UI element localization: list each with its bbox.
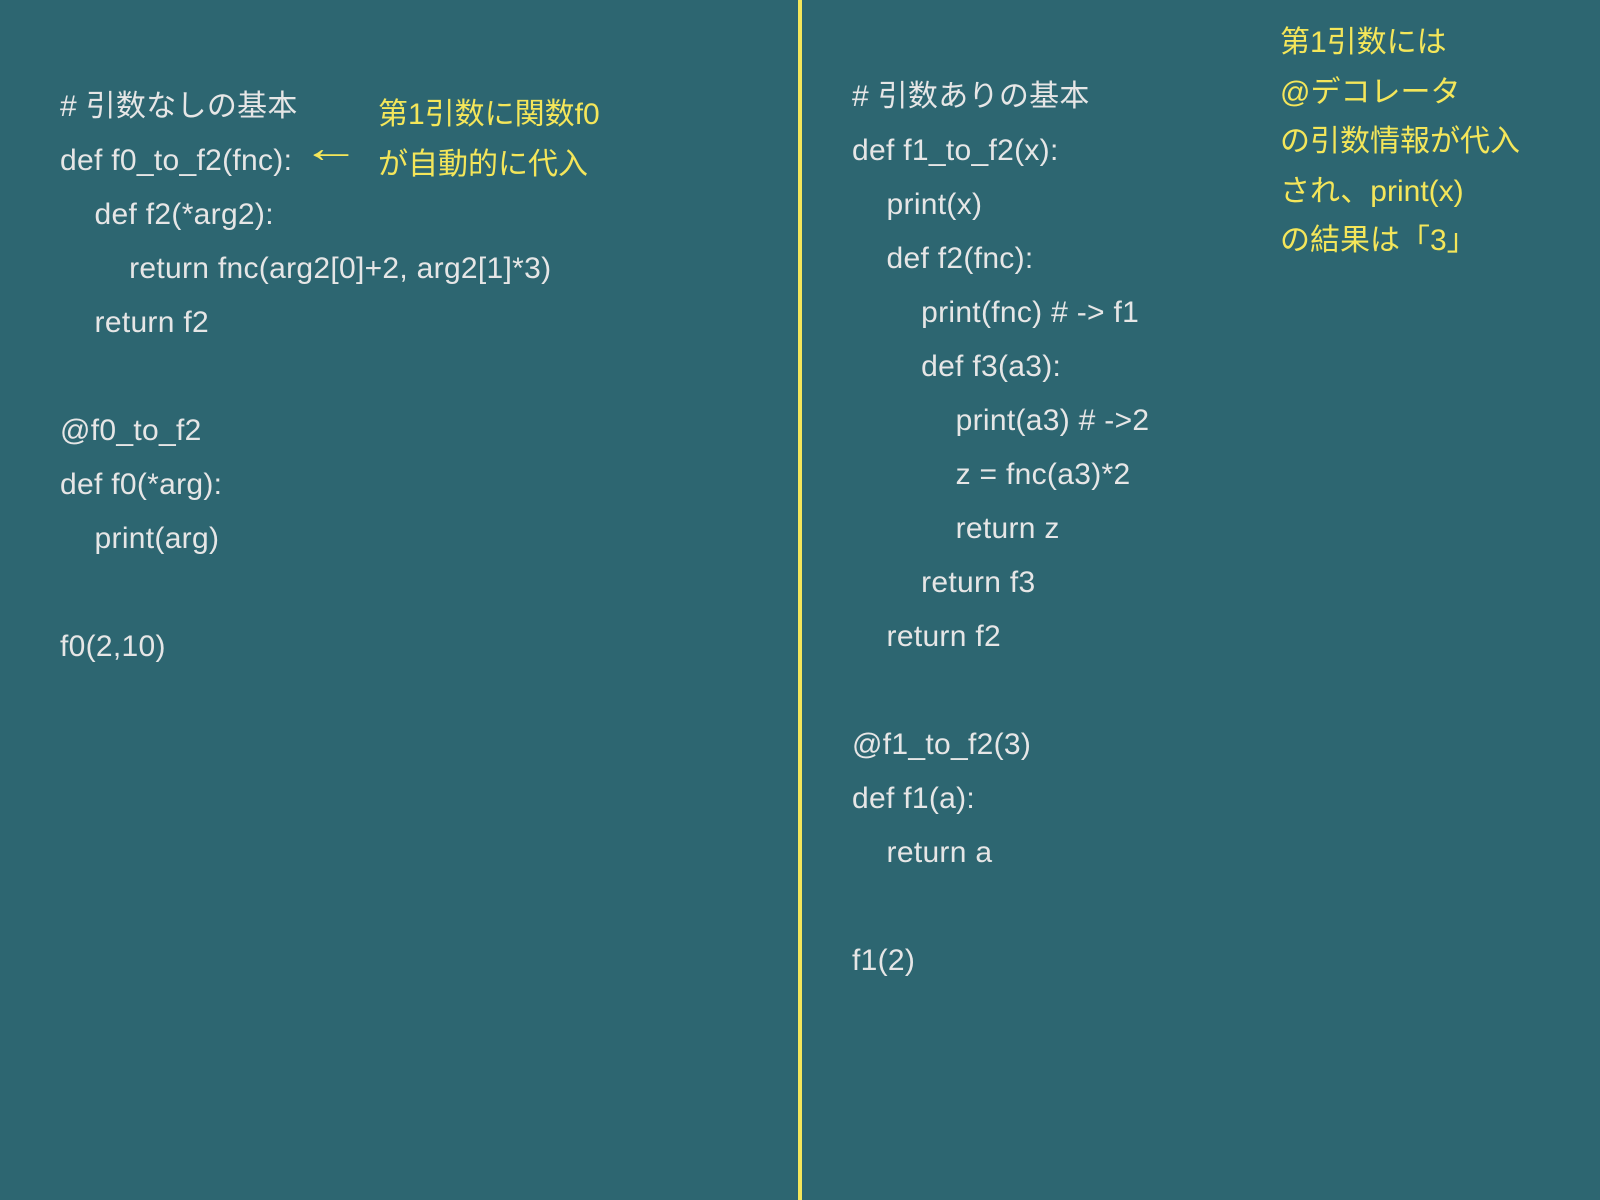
right-annotation: 第1引数には @デコレータ の引数情報が代入 され、print(x) の結果は「… <box>1280 18 1520 266</box>
right-panel: # 引数ありの基本 def f1_to_f2(x): print(x) def … <box>802 0 1600 1200</box>
arrow-left-icon: ← <box>302 110 361 186</box>
left-annotation: 第1引数に関数f0 が自動的に代入 <box>378 90 600 189</box>
left-panel: # 引数なしの基本 def f0_to_f2(fnc): def f2(*arg… <box>0 0 798 1200</box>
